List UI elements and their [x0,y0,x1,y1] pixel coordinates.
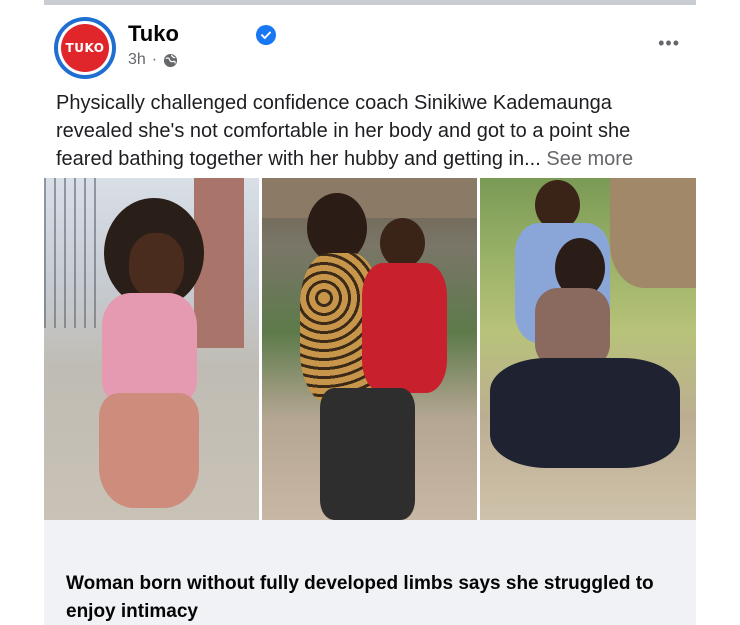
page-name-link[interactable]: Tuko [128,21,179,47]
meta-separator: · [151,51,158,68]
page-avatar[interactable]: TUKO [54,17,116,79]
tuko-logo: TUKO [61,24,109,72]
post-meta: 3h · [128,51,178,69]
link-title[interactable]: Woman born without fully developed limbs… [66,570,686,625]
link-preview[interactable]: Woman born without fully developed limbs… [44,520,696,625]
photo-2[interactable] [262,178,477,520]
post-card: TUKO Tuko 3h · ••• Physically challenged… [44,5,696,625]
see-more-link[interactable]: See more [546,148,633,170]
post-text: Physically challenged confidence coach S… [56,92,631,170]
photo-collage [44,178,696,520]
more-options-icon[interactable]: ••• [658,33,680,54]
photo-1[interactable] [44,178,259,520]
post-timestamp[interactable]: 3h [128,51,146,69]
globe-icon [163,53,178,68]
photo-3[interactable] [480,178,696,520]
verified-badge-icon [256,25,276,45]
post-header: TUKO Tuko 3h · ••• [54,15,694,79]
red-sweater [362,263,447,393]
post-body: Physically challenged confidence coach S… [56,89,686,173]
